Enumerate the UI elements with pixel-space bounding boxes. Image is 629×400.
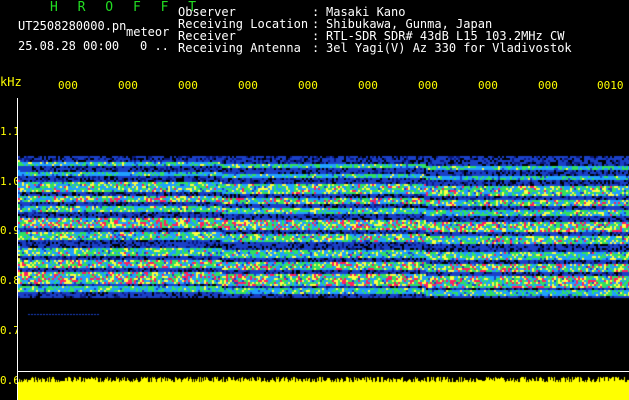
antenna-colon: : (312, 41, 320, 55)
datetime-label: 25.08.28 00:00 (18, 39, 120, 53)
x-tick-label: 000 (358, 79, 378, 92)
plot-left-border (17, 98, 18, 400)
spectrogram-canvas (18, 98, 629, 400)
x-tick-label: 000 (418, 79, 438, 92)
y-axis-unit: kHz (0, 75, 22, 89)
antenna-value: 3el Yagi(V) Az 330 for Vladivostok (326, 41, 572, 55)
x-tick-label: 0010 (597, 79, 624, 92)
x-tick-label: 000 (478, 79, 498, 92)
hrofft-spectrogram-window: H R O F F T UT2508280000.pn meteor 25.08… (0, 0, 629, 400)
x-tick-label: 000 (298, 79, 318, 92)
spectrogram-plot (18, 98, 629, 400)
antenna-label: Receiving Antenna (178, 41, 301, 55)
x-tick-label: 000 (238, 79, 258, 92)
filename-label: UT2508280000.pn (18, 19, 127, 33)
x-tick-label: 000 (178, 79, 198, 92)
x-tick-label: 000 (118, 79, 138, 92)
x-tick-label: 000 (538, 79, 558, 92)
count-label: 0 .. (140, 39, 169, 53)
x-tick-label: 000 (58, 79, 78, 92)
plot-baseline (18, 371, 629, 372)
meteor-label: meteor (126, 25, 170, 39)
